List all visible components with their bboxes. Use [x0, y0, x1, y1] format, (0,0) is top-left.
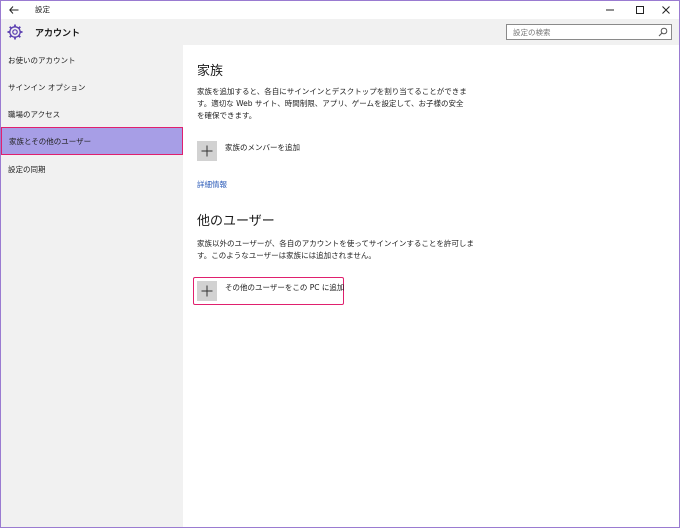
family-description: 家族を追加すると、各自にサインインとデスクトップを割り当てることができま す。適…	[197, 86, 467, 122]
sidebar-item-work-access[interactable]: 職場のアクセス	[1, 101, 183, 127]
search-box[interactable]	[506, 24, 672, 40]
other-users-description: 家族以外のユーザーが、各自のアカウントを使ってサインインすることを許可しま す。…	[197, 238, 474, 262]
sidebar-item-family-and-other-users[interactable]: 家族とその他のユーザー	[1, 127, 183, 155]
family-description-line: す。適切な Web サイト、時間制限、アプリ、ゲームを設定して、お子様の安全	[197, 99, 464, 108]
title-bar: 設定	[1, 1, 679, 19]
close-icon	[662, 6, 670, 14]
add-other-user-button[interactable]: その他のユーザーをこの PC に追加	[197, 281, 344, 301]
add-family-member-button[interactable]: 家族のメンバーを追加	[197, 141, 300, 161]
sidebar: お使いのアカウント サインイン オプション 職場のアクセス 家族とその他のユーザ…	[1, 45, 183, 527]
close-button[interactable]	[655, 1, 677, 19]
other-users-description-line: 家族以外のユーザーが、各自のアカウントを使ってサインインすることを許可しま	[197, 239, 474, 248]
search-icon[interactable]	[658, 27, 668, 37]
other-users-description-line: す。このようなユーザーは家族には追加されません。	[197, 251, 376, 260]
sidebar-item-label: お使いのアカウント	[8, 55, 76, 65]
sidebar-item-label: 設定の同期	[8, 164, 46, 174]
back-arrow-icon	[9, 6, 19, 14]
sidebar-item-your-account[interactable]: お使いのアカウント	[1, 47, 183, 73]
plus-icon	[197, 141, 217, 161]
sidebar-item-label: 家族とその他のユーザー	[9, 136, 92, 146]
maximize-icon	[636, 6, 644, 14]
family-description-line: を確保できます。	[197, 111, 257, 120]
sidebar-item-sync-settings[interactable]: 設定の同期	[1, 156, 183, 182]
plus-icon	[197, 281, 217, 301]
back-button[interactable]	[5, 1, 23, 19]
minimize-button[interactable]	[599, 1, 621, 19]
sidebar-item-sign-in-options[interactable]: サインイン オプション	[1, 74, 183, 100]
minimize-icon	[606, 9, 614, 11]
main-content: 家族 家族を追加すると、各自にサインインとデスクトップを割り当てることができま …	[183, 45, 679, 527]
add-other-user-label: その他のユーザーをこの PC に追加	[225, 282, 345, 292]
settings-window: 設定 アカウント 設定の検索 お使いのアカウント サインイン オプション 職場の…	[0, 0, 680, 528]
search-input[interactable]	[507, 25, 653, 39]
family-description-line: 家族を追加すると、各自にサインインとデスクトップを割り当てることができま	[197, 87, 467, 96]
window-title: 設定	[35, 5, 50, 14]
add-family-member-label: 家族のメンバーを追加	[225, 142, 300, 152]
sidebar-item-label: 職場のアクセス	[8, 109, 61, 119]
other-users-heading: 他のユーザー	[197, 214, 275, 229]
family-heading: 家族	[197, 64, 224, 79]
header-bar: アカウント	[1, 19, 679, 45]
learn-more-link[interactable]: 詳細情報	[197, 179, 227, 190]
sidebar-item-label: サインイン オプション	[8, 82, 86, 92]
maximize-button[interactable]	[629, 1, 651, 19]
section-title: アカウント	[35, 29, 81, 39]
gear-icon	[7, 24, 23, 40]
